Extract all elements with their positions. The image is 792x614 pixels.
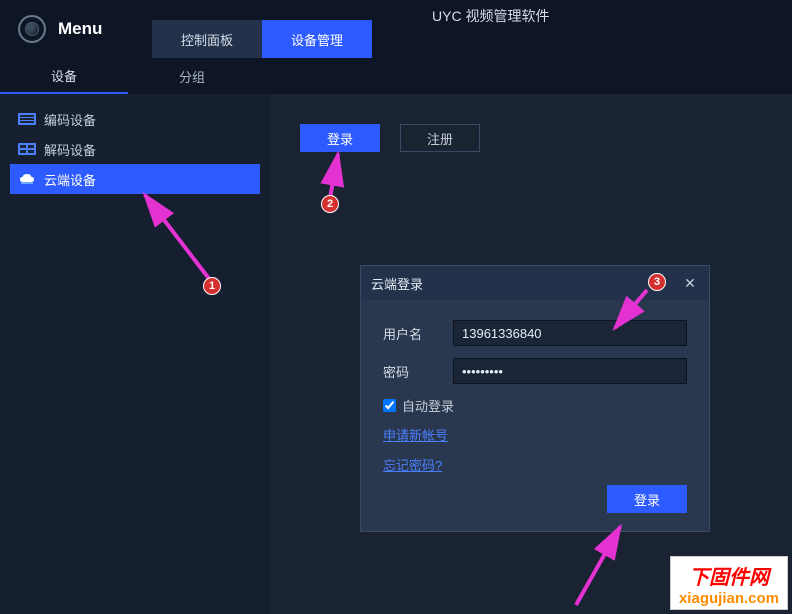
cloud-icon — [18, 172, 36, 186]
dialog-header: 云端登录 ✕ — [361, 266, 709, 300]
auto-login-label: 自动登录 — [402, 396, 454, 415]
top-bar: Menu UYC 视频管理软件 控制面板 设备管理 — [0, 0, 792, 58]
register-button[interactable]: 注册 — [400, 124, 480, 152]
sidebar-item-cloud[interactable]: 云端设备 — [10, 164, 260, 194]
login-button[interactable]: 登录 — [300, 124, 380, 152]
watermark-en: xiagujian.com — [679, 590, 779, 607]
apply-account-link[interactable]: 申请新帐号 — [383, 428, 448, 443]
subtab-devices[interactable]: 设备 — [0, 58, 128, 94]
password-label: 密码 — [383, 362, 453, 381]
username-label: 用户名 — [383, 324, 453, 343]
action-buttons: 登录 注册 — [300, 124, 762, 152]
username-field[interactable] — [453, 320, 687, 346]
encoder-icon — [18, 112, 36, 126]
sidebar-item-label: 解码设备 — [44, 140, 96, 159]
forgot-password-link[interactable]: 忘记密码? — [383, 458, 442, 473]
auto-login-checkbox[interactable] — [383, 399, 396, 412]
watermark: 下固件网 xiagujian.com — [670, 556, 788, 610]
dialog-login-button[interactable]: 登录 — [607, 485, 687, 513]
app-title: UYC 视频管理软件 — [432, 6, 549, 26]
password-field[interactable] — [453, 358, 687, 384]
menu-button[interactable]: Menu — [0, 0, 152, 58]
sidebar-item-decoder[interactable]: 解码设备 — [10, 134, 260, 164]
tab-device-management[interactable]: 设备管理 — [262, 20, 372, 58]
sub-tabs: 设备 分组 — [0, 58, 792, 94]
watermark-cn: 下固件网 — [679, 561, 779, 590]
sidebar-item-encoder[interactable]: 编码设备 — [10, 104, 260, 134]
tab-control-panel[interactable]: 控制面板 — [152, 20, 262, 58]
dialog-body: 用户名 密码 自动登录 申请新帐号 忘记密码? 登录 — [361, 300, 709, 531]
auto-login-row[interactable]: 自动登录 — [383, 396, 687, 415]
subtab-groups[interactable]: 分组 — [128, 58, 256, 94]
close-icon[interactable]: ✕ — [681, 274, 699, 292]
sidebar-item-label: 编码设备 — [44, 110, 96, 129]
top-tabs: UYC 视频管理软件 控制面板 设备管理 — [152, 0, 792, 58]
menu-label: Menu — [58, 19, 102, 39]
sidebar: 编码设备 解码设备 云端设备 — [0, 94, 270, 614]
sidebar-item-label: 云端设备 — [44, 170, 96, 189]
cloud-login-dialog: 云端登录 ✕ 用户名 密码 自动登录 申请新帐号 忘记密码? 登录 — [360, 265, 710, 532]
app-logo-icon — [18, 15, 46, 43]
dialog-title: 云端登录 — [371, 274, 423, 293]
decoder-icon — [18, 142, 36, 156]
